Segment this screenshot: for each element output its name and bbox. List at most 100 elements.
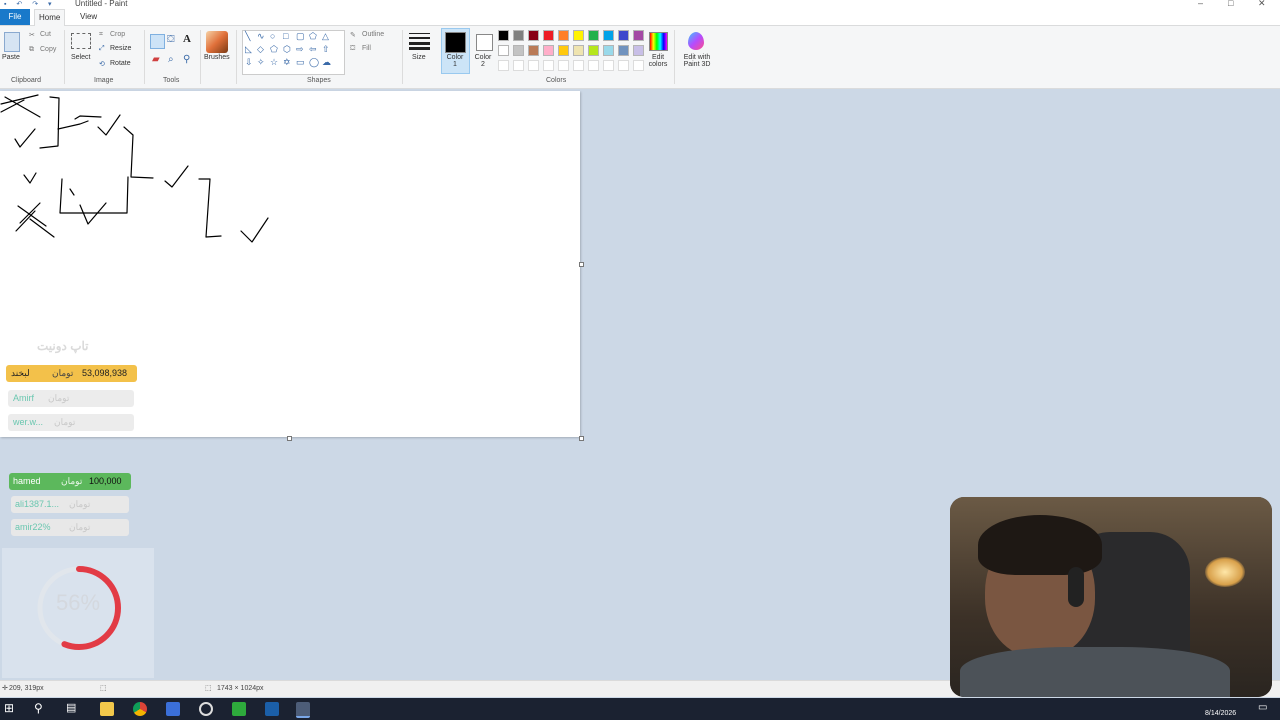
shapes-gallery[interactable]: ╲ ∿ ○ □ ▢ ⬠ △ ◺ ◇ ⬠ ⬡ ⇨ ⇦ ⇧ ⇩ ✧ ☆ ✡ ▭ ◯ … bbox=[242, 30, 345, 75]
palette-swatch[interactable] bbox=[588, 45, 599, 56]
custom-color-slot[interactable] bbox=[558, 60, 569, 71]
palette-swatch[interactable] bbox=[603, 45, 614, 56]
six-point-star-icon[interactable]: ✡ bbox=[283, 57, 291, 68]
size-icon[interactable] bbox=[409, 33, 430, 50]
crop-button[interactable]: Crop bbox=[110, 31, 125, 38]
paint3d-icon[interactable] bbox=[688, 32, 704, 50]
rectangle-shape-icon[interactable]: □ bbox=[283, 31, 288, 41]
custom-color-slot[interactable] bbox=[513, 60, 524, 71]
palette-swatch[interactable] bbox=[558, 45, 569, 56]
triangle-shape-icon[interactable]: △ bbox=[322, 31, 329, 42]
search-icon[interactable]: ⚲ bbox=[34, 701, 43, 715]
text-icon[interactable]: A bbox=[183, 33, 191, 45]
tab-view[interactable]: View bbox=[76, 9, 101, 25]
palette-swatch[interactable] bbox=[498, 45, 509, 56]
canvas-resize-handle[interactable] bbox=[579, 262, 584, 267]
custom-color-slot[interactable] bbox=[498, 60, 509, 71]
crop-icon[interactable]: ⌗ bbox=[99, 31, 103, 39]
start-icon[interactable]: ⊞ bbox=[4, 701, 14, 715]
fill-icon[interactable]: ⛋ bbox=[167, 34, 175, 45]
left-arrow-shape-icon[interactable]: ⇦ bbox=[309, 44, 317, 55]
copy-button[interactable]: Copy bbox=[40, 46, 56, 53]
fill-shape-icon[interactable]: ⛋ bbox=[350, 45, 355, 53]
obs-icon[interactable] bbox=[199, 702, 213, 716]
edit-colors-button[interactable]: Edit colors bbox=[646, 54, 670, 68]
hexagon-shape-icon[interactable]: ⬡ bbox=[283, 44, 291, 55]
color2-swatch[interactable] bbox=[476, 34, 493, 51]
palette-swatch[interactable] bbox=[588, 30, 599, 41]
outline-dropdown[interactable]: Outline bbox=[362, 31, 384, 38]
resize-icon[interactable]: ⤢ bbox=[99, 45, 105, 53]
palette-swatch[interactable] bbox=[543, 45, 554, 56]
right-triangle-shape-icon[interactable]: ◺ bbox=[245, 44, 252, 55]
palette-swatch[interactable] bbox=[498, 30, 509, 41]
palette-swatch[interactable] bbox=[558, 30, 569, 41]
select-button[interactable]: Select bbox=[71, 54, 90, 61]
steam-icon[interactable] bbox=[265, 702, 279, 716]
curve-shape-icon[interactable]: ∿ bbox=[257, 31, 265, 42]
custom-color-slot[interactable] bbox=[603, 60, 614, 71]
edit-with-paint3d-button[interactable]: Edit with Paint 3D bbox=[680, 54, 714, 68]
cut-icon[interactable]: ✂ bbox=[29, 31, 35, 39]
diamond-shape-icon[interactable]: ◇ bbox=[257, 44, 264, 55]
magnifier-icon[interactable]: ⚲ bbox=[183, 54, 190, 65]
rounded-rect-shape-icon[interactable]: ▢ bbox=[296, 31, 305, 42]
palette-swatch[interactable] bbox=[618, 30, 629, 41]
palette-swatch[interactable] bbox=[513, 30, 524, 41]
select-icon[interactable] bbox=[71, 33, 91, 49]
paint-taskbar-icon[interactable] bbox=[296, 702, 310, 718]
custom-color-slot[interactable] bbox=[543, 60, 554, 71]
notification-icon[interactable]: ▭ bbox=[1258, 702, 1267, 713]
polygon-shape-icon[interactable]: ⬠ bbox=[309, 31, 317, 42]
task-view-icon[interactable]: ▤ bbox=[66, 701, 76, 714]
custom-color-slot[interactable] bbox=[588, 60, 599, 71]
brush-icon[interactable] bbox=[206, 31, 228, 53]
edit-colors-icon[interactable] bbox=[649, 32, 668, 51]
palette-swatch[interactable] bbox=[528, 30, 539, 41]
resize-button[interactable]: Resize bbox=[110, 45, 131, 52]
rotate-icon[interactable]: ⟲ bbox=[99, 60, 105, 68]
tab-home[interactable]: Home bbox=[34, 9, 66, 27]
copy-icon[interactable]: ⧉ bbox=[29, 46, 34, 54]
file-explorer-icon[interactable] bbox=[100, 702, 114, 716]
app-icon[interactable] bbox=[166, 702, 180, 716]
up-arrow-shape-icon[interactable]: ⇧ bbox=[322, 44, 330, 55]
paste-icon[interactable] bbox=[4, 32, 20, 52]
maximize-icon[interactable]: □ bbox=[1228, 0, 1233, 8]
oval-shape-icon[interactable]: ○ bbox=[270, 31, 275, 41]
rotate-button[interactable]: Rotate bbox=[110, 60, 131, 67]
drawing-canvas[interactable] bbox=[0, 91, 580, 437]
line-shape-icon[interactable]: ╲ bbox=[245, 31, 250, 42]
palette-swatch[interactable] bbox=[528, 45, 539, 56]
color-picker-icon[interactable]: ⌕ bbox=[168, 54, 174, 65]
pentagon-shape-icon[interactable]: ⬠ bbox=[270, 44, 278, 55]
palette-swatch[interactable] bbox=[633, 45, 644, 56]
size-button[interactable]: Size bbox=[412, 54, 426, 61]
palette-swatch[interactable] bbox=[603, 30, 614, 41]
palette-swatch[interactable] bbox=[618, 45, 629, 56]
down-arrow-shape-icon[interactable]: ⇩ bbox=[245, 57, 253, 68]
palette-swatch[interactable] bbox=[633, 30, 644, 41]
canvas-resize-handle[interactable] bbox=[287, 436, 292, 441]
custom-color-slot[interactable] bbox=[618, 60, 629, 71]
paste-button[interactable]: Paste bbox=[2, 54, 20, 61]
outline-icon[interactable]: ✎ bbox=[350, 31, 356, 39]
eraser-icon[interactable]: ▰ bbox=[152, 54, 160, 65]
palette-swatch[interactable] bbox=[573, 30, 584, 41]
cut-button[interactable]: Cut bbox=[40, 31, 51, 38]
minimize-icon[interactable]: – bbox=[1198, 0, 1203, 8]
five-point-star-icon[interactable]: ☆ bbox=[270, 57, 278, 68]
custom-color-slot[interactable] bbox=[528, 60, 539, 71]
callout-shape-icon[interactable]: ▭ bbox=[296, 57, 305, 68]
four-point-star-icon[interactable]: ✧ bbox=[257, 57, 265, 68]
palette-swatch[interactable] bbox=[543, 30, 554, 41]
tab-file[interactable]: File bbox=[0, 9, 30, 25]
fill-dropdown[interactable]: Fill bbox=[362, 45, 371, 52]
custom-color-slot[interactable] bbox=[633, 60, 644, 71]
palette-swatch[interactable] bbox=[513, 45, 524, 56]
palette-swatch[interactable] bbox=[573, 45, 584, 56]
chrome-icon[interactable] bbox=[133, 702, 147, 716]
quick-access-toolbar[interactable]: ▪ ↶ ↷ ▾ bbox=[4, 0, 56, 8]
canvas-resize-handle[interactable] bbox=[579, 436, 584, 441]
pencil-icon[interactable] bbox=[150, 34, 165, 49]
